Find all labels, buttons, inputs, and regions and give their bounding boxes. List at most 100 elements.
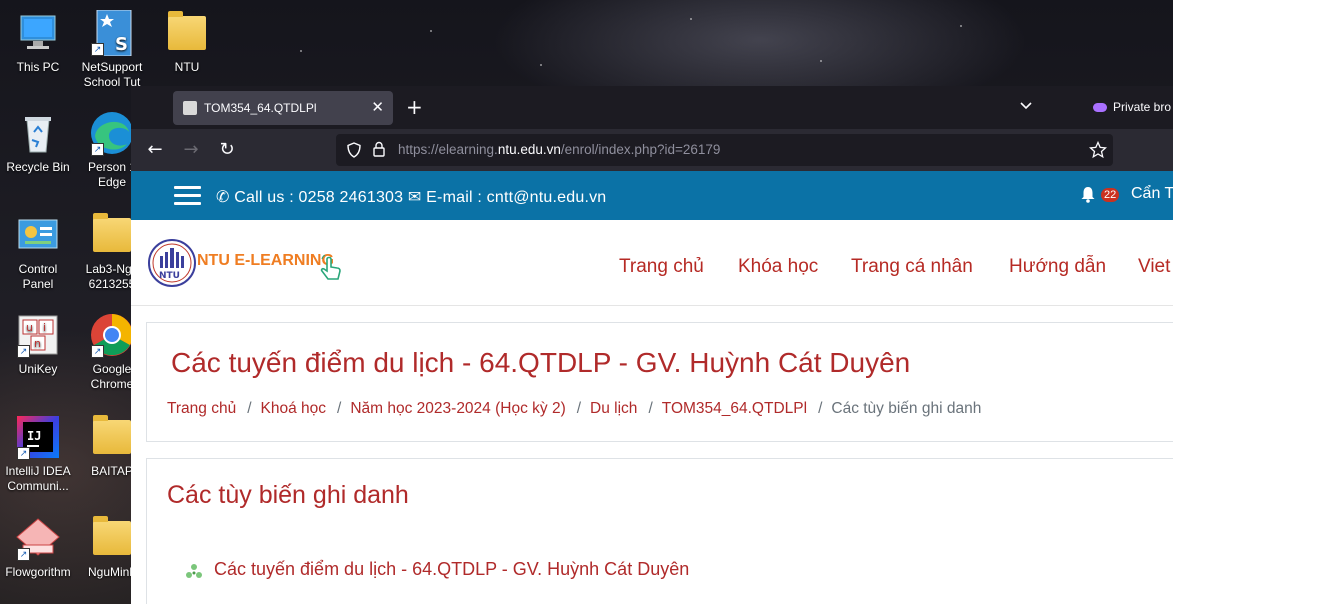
shortcut-arrow-icon: ↗ [17, 345, 30, 358]
tab-bar: TOM354_64.QTDLPl ✕ + Private bro [131, 86, 1173, 129]
enrolment-options-card: Các tùy biến ghi danh Các tuyến điểm du … [146, 458, 1173, 604]
breadcrumb-separator: / [648, 400, 653, 417]
svg-text:i: i [43, 321, 46, 334]
nav-link-home[interactable]: Trang chủ [619, 256, 704, 278]
star-dot [820, 60, 822, 62]
netsupport-icon: S ↗ [89, 9, 135, 57]
breadcrumb-separator: / [818, 400, 823, 417]
lock-icon[interactable] [372, 141, 386, 161]
nav-link-courses[interactable]: Khóa học [738, 256, 818, 278]
star-dot [540, 64, 542, 66]
contact-info: ✆ Call us : 0258 2461303 ✉ E-mail : cntt… [216, 187, 606, 207]
logo-text[interactable]: NTU E-LEARNING [197, 252, 334, 270]
private-mask-icon [1093, 103, 1107, 112]
breadcrumb: Trang chủ / Khoá học / Năm học 2023-2024 (Họ… [167, 400, 981, 418]
site-top-bar: ✆ Call us : 0258 2461303 ✉ E-mail : cntt… [131, 171, 1173, 220]
nav-link-language[interactable]: Viet [1138, 256, 1170, 278]
shortcut-arrow-icon: ↗ [91, 345, 104, 358]
shortcut-arrow-icon: ↗ [91, 43, 104, 56]
hamburger-menu-icon[interactable] [174, 186, 201, 206]
intellij-icon: IJ ↗ [15, 414, 61, 460]
recycle-bin-icon [15, 110, 61, 156]
shortcut-arrow-icon: ↗ [91, 143, 104, 156]
envelope-icon: ✉ [407, 189, 422, 206]
nav-link-profile[interactable]: Trang cá nhân [851, 256, 973, 278]
course-header-card: Các tuyến điểm du lịch - 64.QTDLP - GV. … [146, 322, 1173, 442]
course-icon [185, 563, 203, 585]
breadcrumb-link-category[interactable]: Du lịch [590, 400, 637, 417]
page-title: Các tuyến điểm du lịch - 64.QTDLP - GV. … [171, 347, 911, 378]
bell-icon[interactable] [1080, 186, 1096, 207]
folder-icon [164, 10, 210, 56]
star-dot [960, 25, 962, 27]
svg-text:n: n [34, 337, 41, 350]
flowgorithm-icon: ↗ [15, 515, 61, 561]
desktop-icon-recycle-bin[interactable]: Recycle Bin [0, 110, 76, 175]
unikey-icon: uin ↗ [15, 312, 61, 358]
desktop-icon-control-panel[interactable]: Control Panel [0, 212, 76, 292]
desktop-icon-label: Recycle Bin [6, 160, 70, 174]
edge-icon: ↗ [89, 110, 135, 156]
site-favicon-icon [183, 101, 197, 115]
pointing-hand-icon [319, 254, 345, 289]
private-browsing-label: Private bro [1113, 100, 1172, 114]
desktop-icon-label: This PC [16, 60, 60, 74]
svg-text:u: u [26, 321, 33, 334]
star-dot [690, 18, 692, 20]
reload-icon[interactable]: ↻ [215, 138, 239, 162]
new-tab-icon[interactable]: + [406, 95, 423, 119]
shortcut-arrow-icon: ↗ [17, 548, 30, 561]
svg-text:S: S [115, 34, 128, 55]
forward-arrow-icon[interactable]: → [179, 138, 203, 162]
tracking-shield-icon[interactable] [346, 142, 362, 162]
desktop-icon-label: IntelliJ IDEA Communi... [5, 464, 71, 493]
user-menu-name[interactable]: Cẩn T [1131, 185, 1173, 203]
desktop-icon-netsupport[interactable]: S ↗ NetSupport School Tut [74, 9, 150, 90]
desktop-icon-unikey[interactable]: uin ↗ UniKey [0, 312, 76, 377]
desktop-icon-label: NTU [174, 60, 200, 74]
private-browsing-indicator: Private bro [1093, 100, 1171, 114]
desktop-icon-this-pc[interactable]: This PC [0, 10, 76, 75]
tab-title: TOM354_64.QTDLPl [204, 101, 317, 115]
folder-icon [89, 515, 135, 561]
site-header: NTU NTU E-LEARNING Trang chủ Khóa học Tr… [131, 220, 1173, 306]
breadcrumb-link-course[interactable]: TOM354_64.QTDLPl [662, 400, 807, 417]
navigation-toolbar: ← → ↻ https://elearning.ntu.edu.vn/enrol… [131, 129, 1173, 171]
desktop-icon-label: Flowgorithm [5, 565, 71, 579]
bookmark-star-icon[interactable] [1088, 140, 1108, 163]
star-dot [430, 30, 432, 32]
desktop-icon-flowgorithm[interactable]: ↗ Flowgorithm [0, 515, 76, 580]
breadcrumb-link-home[interactable]: Trang chủ [167, 400, 236, 417]
url-domain: ntu.edu.vn [497, 142, 561, 157]
contact-phone: Call us : 0258 2461303 [234, 189, 404, 206]
close-tab-icon[interactable]: ✕ [371, 98, 384, 116]
ntu-logo-icon[interactable]: NTU [147, 238, 197, 288]
course-link[interactable]: Các tuyến điểm du lịch - 64.QTDLP - GV. … [214, 559, 689, 580]
address-bar[interactable]: https://elearning.ntu.edu.vn/enrol/index… [336, 134, 1113, 166]
desktop-icon-label: UniKey [18, 362, 58, 376]
desktop-icon-label: Control Panel [18, 262, 58, 291]
breadcrumb-current: Các tùy biến ghi danh [831, 400, 982, 417]
back-arrow-icon[interactable]: ← [143, 138, 167, 162]
url-path: /enrol/index.php?id=26179 [560, 142, 721, 157]
svg-text:IJ: IJ [27, 429, 41, 443]
folder-icon [89, 414, 135, 460]
web-page: ✆ Call us : 0258 2461303 ✉ E-mail : cntt… [131, 171, 1173, 604]
breadcrumb-separator: / [576, 400, 582, 417]
breadcrumb-link-courses[interactable]: Khoá học [261, 400, 327, 417]
chevron-down-icon[interactable] [1019, 98, 1033, 112]
desktop-icon-intellij[interactable]: IJ ↗ IntelliJ IDEA Communi... [0, 414, 76, 494]
star-dot [300, 50, 302, 52]
nav-link-guide[interactable]: Hướng dẫn [1009, 256, 1106, 278]
phone-icon: ✆ [216, 189, 230, 206]
breadcrumb-link-year[interactable]: Năm học 2023-2024 (Học kỳ 2) [350, 400, 565, 417]
browser-tab-active[interactable]: TOM354_64.QTDLPl ✕ [173, 91, 393, 125]
desktop-icon-ntu-folder[interactable]: NTU [149, 10, 225, 75]
svg-text:NTU: NTU [159, 271, 180, 281]
breadcrumb-separator: / [247, 400, 252, 417]
breadcrumb-separator: / [337, 400, 342, 417]
url-text: https://elearning.ntu.edu.vn/enrol/index… [398, 142, 720, 157]
shortcut-arrow-icon: ↗ [17, 447, 30, 460]
url-prefix: https://elearning. [398, 142, 498, 157]
computer-icon [15, 10, 61, 56]
